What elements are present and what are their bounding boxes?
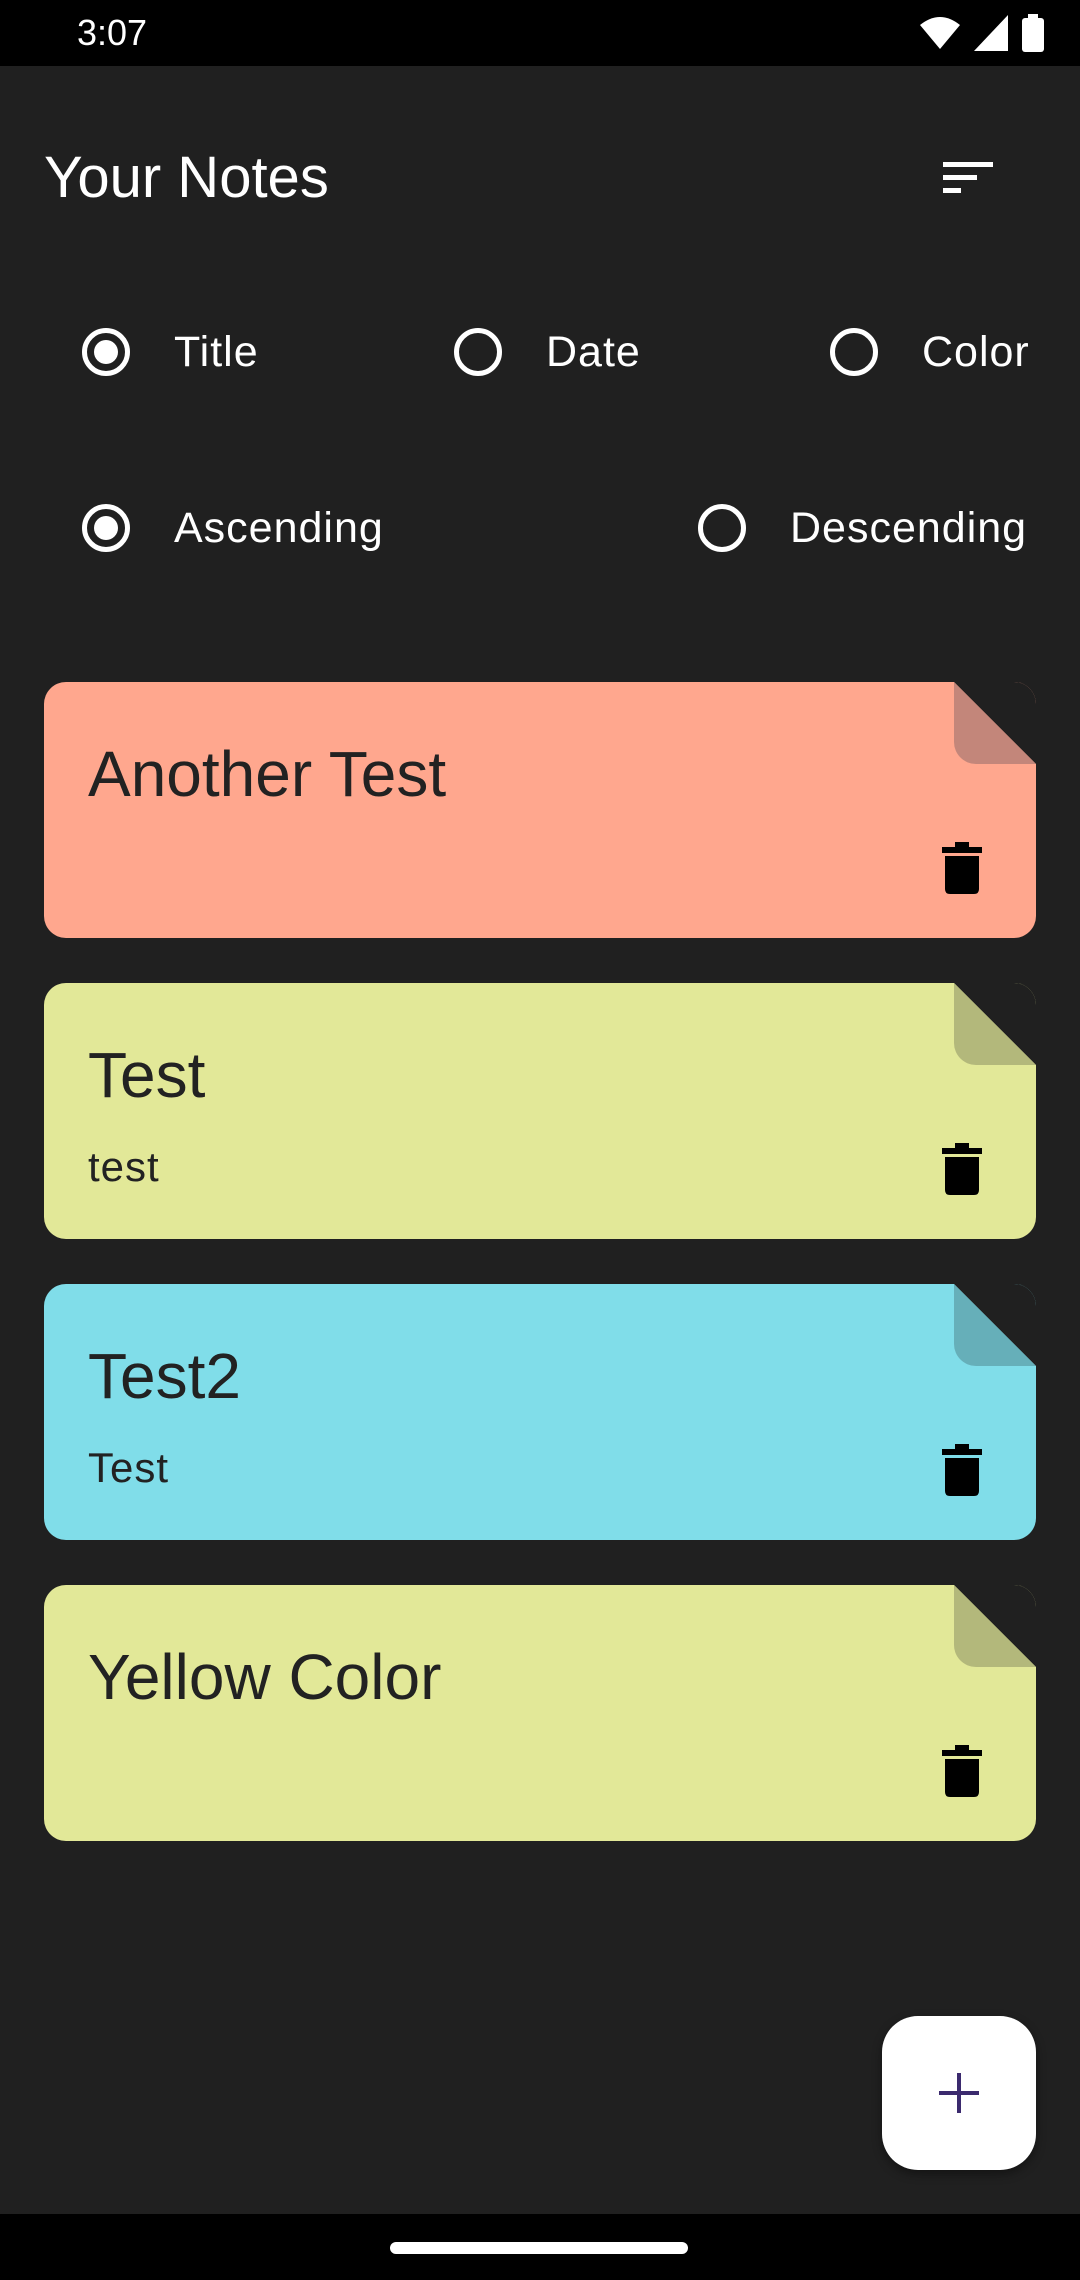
radio-sort-color[interactable]: Color <box>830 312 1030 392</box>
plus-icon <box>939 2073 979 2113</box>
wifi-icon <box>920 17 960 49</box>
note-card[interactable]: Test test <box>44 983 1036 1239</box>
plus-horizontal <box>939 2091 979 2095</box>
radio-button[interactable] <box>82 504 130 552</box>
note-title: Test <box>88 1039 206 1111</box>
status-icons <box>920 14 1044 52</box>
radio-order-ascending[interactable]: Ascending <box>82 488 384 568</box>
status-time: 3:07 <box>77 12 148 53</box>
delete-note-button[interactable] <box>932 1434 992 1506</box>
note-corner-fold <box>954 1585 1036 1667</box>
note-card[interactable]: Another Test <box>44 682 1036 938</box>
radio-order-descending[interactable]: Descending <box>698 488 1027 568</box>
note-title: Another Test <box>88 738 447 810</box>
signal-icon <box>974 15 1008 51</box>
note-corner-fold <box>954 983 1036 1065</box>
note-corner-fold <box>954 1284 1036 1366</box>
home-gesture-handle[interactable] <box>390 2242 688 2254</box>
delete-note-button[interactable] <box>932 1133 992 1205</box>
radio-sort-date[interactable]: Date <box>454 312 641 392</box>
note-corner-fold <box>954 682 1036 764</box>
radio-label: Title <box>174 327 259 376</box>
sort-icon <box>943 162 993 193</box>
radio-button[interactable] <box>82 328 130 376</box>
delete-note-button[interactable] <box>932 832 992 904</box>
radio-label: Date <box>546 327 641 376</box>
sort-button[interactable] <box>930 140 1006 216</box>
status-bar: 3:07 <box>0 0 1080 66</box>
trash-icon <box>942 842 982 894</box>
note-card[interactable]: Test2 Test <box>44 1284 1036 1540</box>
battery-icon <box>1022 14 1044 52</box>
page-title: Your Notes <box>44 145 329 210</box>
note-title: Test2 <box>88 1340 241 1412</box>
radio-button[interactable] <box>698 504 746 552</box>
radio-label: Descending <box>790 503 1028 552</box>
note-content: test <box>88 1143 160 1190</box>
radio-sort-title[interactable]: Title <box>82 312 259 392</box>
note-title: Yellow Color <box>88 1641 442 1713</box>
trash-icon <box>942 1745 982 1797</box>
radio-button[interactable] <box>454 328 502 376</box>
trash-icon <box>942 1444 982 1496</box>
note-content: Test <box>88 1444 170 1491</box>
radio-button[interactable] <box>830 328 878 376</box>
delete-note-button[interactable] <box>932 1735 992 1807</box>
radio-label: Color <box>922 327 1030 376</box>
radio-selected-dot <box>94 516 118 540</box>
radio-selected-dot <box>94 340 118 364</box>
radio-label: Ascending <box>174 503 384 552</box>
note-card[interactable]: Yellow Color <box>44 1585 1036 1841</box>
trash-icon <box>942 1143 982 1195</box>
add-note-button[interactable] <box>882 2016 1036 2170</box>
navigation-bar <box>0 2214 1080 2280</box>
